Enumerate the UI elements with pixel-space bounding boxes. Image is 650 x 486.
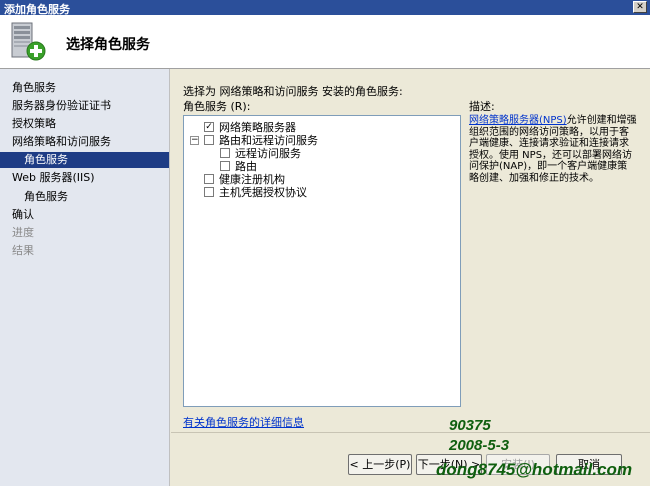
role-services-label: 角色服务 (R): <box>183 100 251 113</box>
checkbox-hra[interactable] <box>204 174 214 184</box>
back-button[interactable]: < 上一步(P) <box>348 454 412 475</box>
page-title: 选择角色服务 <box>66 37 150 53</box>
instruction-text: 选择为 网络策略和访问服务 安装的角色服务: <box>183 85 403 98</box>
sidebar-item-nps-role-services[interactable]: 角色服务 <box>0 152 169 168</box>
close-button[interactable]: ✕ <box>633 1 647 13</box>
watermark-number: 90375 <box>449 417 491 434</box>
watermark-date: 2008-5-3 <box>449 437 510 454</box>
sidebar-item-server-auth-certificate[interactable]: 服务器身份验证证书 <box>12 99 111 113</box>
title-bar: 添加角色服务 ✕ <box>0 0 650 16</box>
sidebar-item-network-policy-access[interactable]: 网络策略和访问服务 <box>12 135 111 149</box>
collapse-icon[interactable]: − <box>190 136 199 145</box>
sidebar-item-web-server[interactable]: Web 服务器(IIS) <box>12 171 95 185</box>
sidebar-item-role-services[interactable]: 角色服务 <box>12 81 56 95</box>
role-services-details-link[interactable]: 有关角色服务的详细信息 <box>183 414 304 430</box>
sidebar-item-results: 结果 <box>12 244 34 257</box>
tree-item-label: 健康注册机构 <box>219 173 285 186</box>
tree-item-label: 路由 <box>235 160 257 173</box>
sidebar: 角色服务 服务器身份验证证书 授权策略 网络策略和访问服务 角色服务 Web 服… <box>0 69 170 486</box>
tree-item-label: 远程访问服务 <box>235 147 301 160</box>
checkbox-hcap[interactable] <box>204 187 214 197</box>
sidebar-item-authorization-policy[interactable]: 授权策略 <box>12 117 56 131</box>
tree-item-label: 路由和远程访问服务 <box>219 134 318 147</box>
checkbox-nps[interactable]: ✓ <box>204 122 214 132</box>
close-icon: ✕ <box>636 2 644 12</box>
footer-divider <box>171 432 650 433</box>
sidebar-item-confirmation[interactable]: 确认 <box>12 208 34 222</box>
wizard-header: 选择角色服务 <box>0 15 650 69</box>
role-services-tree[interactable]: ✓ 网络策略服务器 − 路由和远程访问服务 远程访问服务 路由 健康注册机构 主… <box>183 115 461 407</box>
server-add-icon <box>11 22 46 61</box>
sidebar-item-web-role-services[interactable]: 角色服务 <box>24 190 68 204</box>
main-content: 选择为 网络策略和访问服务 安装的角色服务: 角色服务 (R): 描述: ✓ 网… <box>171 69 650 486</box>
tree-item-label: 网络策略服务器 <box>219 121 296 134</box>
description-label: 描述: <box>469 100 495 113</box>
checkbox-rras[interactable] <box>204 135 214 145</box>
description-text: 网络策略服务器(NPS)允许创建和增强组织范围的网络访问策略，以用于客户端健康、… <box>469 115 637 184</box>
tree-item-label: 主机凭据授权协议 <box>219 186 307 199</box>
watermark-email: dong8745@hotmail.com <box>436 460 633 479</box>
sidebar-item-progress: 进度 <box>12 226 34 239</box>
checkbox-remote-access[interactable] <box>220 148 230 158</box>
nps-help-link[interactable]: 网络策略服务器(NPS) <box>469 115 567 126</box>
checkbox-routing[interactable] <box>220 161 230 171</box>
